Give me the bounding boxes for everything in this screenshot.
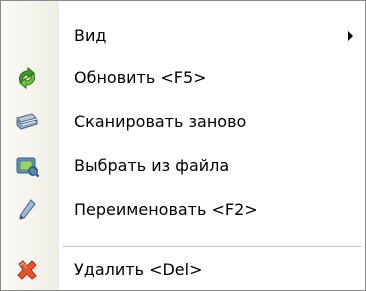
menu-item-delete[interactable]: Удалить <Del> <box>1 250 365 290</box>
scanner-icon <box>14 109 40 135</box>
menu-item-view[interactable]: Вид <box>1 16 365 56</box>
pencil-icon <box>14 197 40 223</box>
menu-item-label: Вид <box>74 26 107 45</box>
refresh-icon <box>14 65 40 91</box>
context-menu: Вид Обновить <F5> Сканировать заново Выб… <box>0 0 366 291</box>
menu-item-rescan[interactable]: Сканировать заново <box>1 102 365 142</box>
menu-separator <box>63 246 361 247</box>
menu-item-select-from-file[interactable]: Выбрать из файла <box>1 146 365 186</box>
menu-item-label: Удалить <Del> <box>74 260 203 279</box>
menu-item-rename[interactable]: Переименовать <F2> <box>1 190 365 230</box>
menu-item-label: Переименовать <F2> <box>74 200 258 219</box>
delete-icon <box>14 257 40 283</box>
submenu-arrow-icon <box>348 31 353 41</box>
menu-item-label: Выбрать из файла <box>74 156 230 175</box>
menu-item-refresh[interactable]: Обновить <F5> <box>1 58 365 98</box>
menu-item-label: Обновить <F5> <box>74 68 207 87</box>
open-file-icon <box>14 153 40 179</box>
menu-item-label: Сканировать заново <box>74 112 247 131</box>
